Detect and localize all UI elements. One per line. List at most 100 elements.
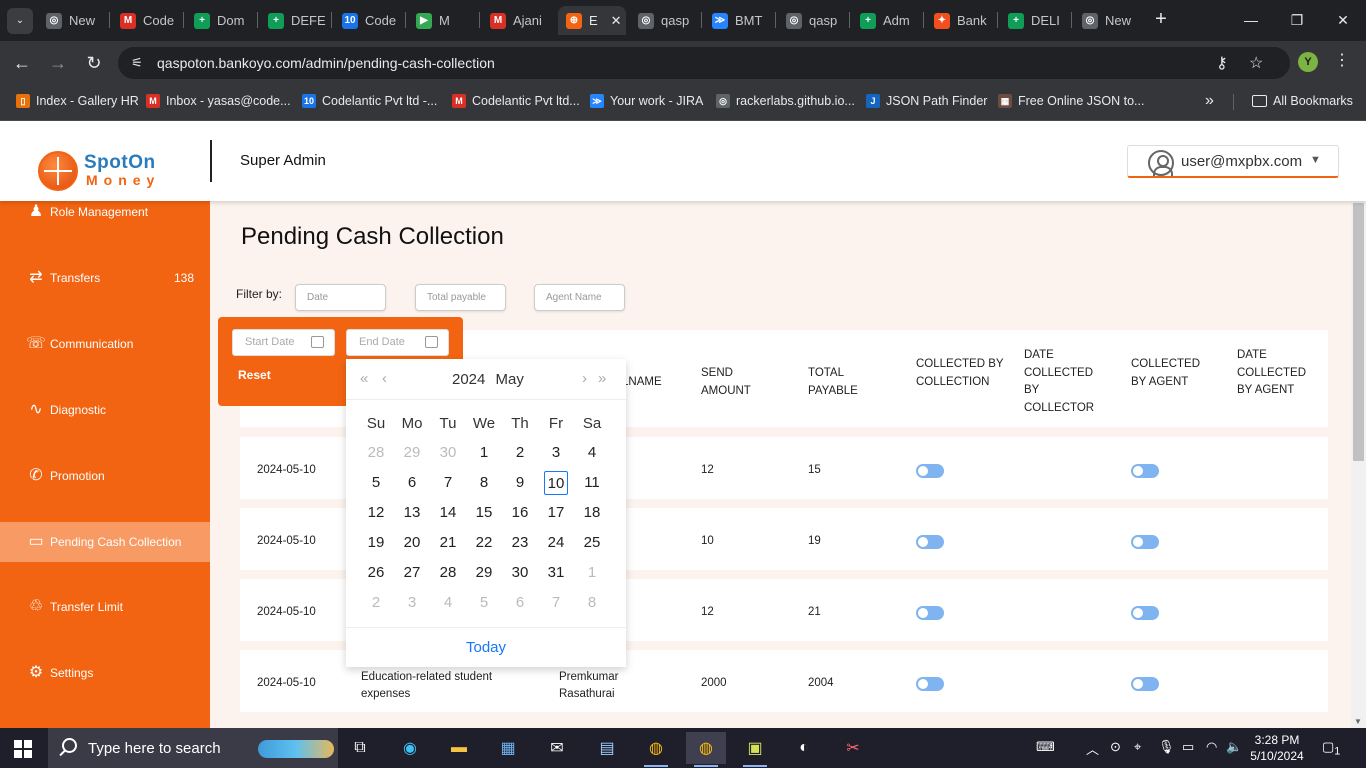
notification-center-icon[interactable]: ▢1 <box>1322 739 1340 758</box>
forward-button[interactable]: → <box>46 51 70 75</box>
bookmark-star-icon[interactable]: ☆ <box>1249 53 1263 73</box>
desktop-app-icon[interactable]: ▤ <box>587 732 627 764</box>
calendar-day[interactable]: 28 <box>358 441 394 465</box>
more-bookmarks-button[interactable]: » <box>1205 92 1214 110</box>
site-info-icon[interactable]: ⚟ <box>126 53 148 73</box>
calendar-day[interactable]: 5 <box>358 471 394 495</box>
calendar-day-today[interactable]: 10 <box>544 471 568 495</box>
today-button[interactable]: Today <box>346 639 626 656</box>
calendar-day[interactable]: 25 <box>574 531 610 555</box>
browser-tab[interactable]: ◎ qasp <box>630 6 700 35</box>
password-key-icon[interactable]: ⚷ <box>1216 53 1228 73</box>
close-tab-icon[interactable]: ✕ <box>611 13 622 29</box>
calendar-day[interactable]: 7 <box>430 471 466 495</box>
bookmark-item[interactable]: M Codelantic Pvt ltd... <box>452 92 580 110</box>
calendar-day[interactable]: 29 <box>394 441 430 465</box>
calendar-day[interactable]: 13 <box>394 501 430 525</box>
collected-by-agent-toggle[interactable] <box>1131 535 1159 549</box>
taskbar-search-box[interactable]: Type here to search <box>48 728 338 768</box>
total-payable-filter-input[interactable]: Total payable <box>415 284 506 311</box>
calendar-day[interactable]: 7 <box>538 591 574 615</box>
browser-tab[interactable]: M Ajani <box>482 6 552 35</box>
reset-button[interactable]: Reset <box>238 368 271 382</box>
calendar-day[interactable]: 29 <box>466 561 502 585</box>
reload-button[interactable]: ↻ <box>82 51 106 75</box>
browser-tab[interactable]: ◎ New <box>38 6 108 35</box>
calendar-day[interactable]: 28 <box>430 561 466 585</box>
calendar-day[interactable]: 17 <box>538 501 574 525</box>
calendar-day[interactable]: 11 <box>574 471 610 495</box>
browser-tab[interactable]: ◎ qasp <box>778 6 848 35</box>
volume-icon[interactable]: 🔈 <box>1226 739 1242 755</box>
calendar-day[interactable]: 19 <box>358 531 394 555</box>
calendar-day[interactable]: 30 <box>430 441 466 465</box>
calendar-day[interactable]: 24 <box>538 531 574 555</box>
bookmark-item[interactable]: ≫ Your work - JIRA <box>590 92 703 110</box>
browser-menu-icon[interactable]: ⋮ <box>1334 50 1350 70</box>
address-bar[interactable]: ⚟ qaspoton.bankoyo.com/admin/pending-cas… <box>118 47 1290 79</box>
calendar-day[interactable]: 27 <box>394 561 430 585</box>
calendar-year[interactable]: 2024 <box>452 371 485 388</box>
calendar-day[interactable]: 2 <box>502 441 538 465</box>
calendar-day[interactable]: 1 <box>574 561 610 585</box>
calendar-day[interactable]: 2 <box>358 591 394 615</box>
calendar-month[interactable]: May <box>496 371 524 388</box>
profile-avatar[interactable]: Y <box>1298 52 1318 72</box>
calendar-day[interactable]: 6 <box>502 591 538 615</box>
close-window-button[interactable]: ✕ <box>1328 8 1358 32</box>
system-clock[interactable]: 3:28 PM 5/10/2024 <box>1242 732 1312 764</box>
browser-tab[interactable]: + DEFE <box>260 6 330 35</box>
browser-tab[interactable]: ▶ M <box>408 6 478 35</box>
wifi-icon[interactable]: ◠ <box>1206 739 1217 755</box>
tray-overflow-chevron-icon[interactable]: ︿ <box>1086 739 1099 758</box>
sidebar-item-transfers[interactable]: ⇄ Transfers 138 <box>0 258 210 298</box>
bookmark-item[interactable]: ▯ Index - Gallery HR <box>16 92 139 110</box>
browser-tab[interactable]: ≫ BMT <box>704 6 774 35</box>
obs-studio-icon[interactable]: ◐ <box>784 732 824 764</box>
calendar-day[interactable]: 15 <box>466 501 502 525</box>
date-filter-input[interactable]: Date <box>295 284 386 311</box>
calendar-day[interactable]: 9 <box>502 471 538 495</box>
url-text[interactable]: qaspoton.bankoyo.com/admin/pending-cash-… <box>157 55 495 71</box>
browser-tab[interactable]: 10 Code <box>334 6 404 35</box>
calendar-day[interactable]: 8 <box>466 471 502 495</box>
bookmark-item[interactable]: ▦ Free Online JSON to... <box>998 92 1144 110</box>
collected-by-collection-toggle[interactable] <box>916 606 944 620</box>
browser-tab[interactable]: ✦ Bank <box>926 6 996 35</box>
browser-tab[interactable]: + Adm <box>852 6 922 35</box>
agent-name-filter-input[interactable]: Agent Name <box>534 284 625 311</box>
collected-by-collection-toggle[interactable] <box>916 464 944 478</box>
calendar-day[interactable]: 14 <box>430 501 466 525</box>
start-date-input[interactable]: Start Date <box>232 329 335 356</box>
all-bookmarks-button[interactable]: All Bookmarks <box>1252 92 1353 110</box>
sidebar-item-communication[interactable]: ☏ Communication <box>0 324 210 364</box>
calendar-day[interactable]: 31 <box>538 561 574 585</box>
sidebar-item-role-management[interactable]: ♟ Role Management <box>0 201 210 232</box>
next-year-button[interactable]: » <box>598 370 606 387</box>
calendar-day[interactable]: 30 <box>502 561 538 585</box>
minimize-button[interactable]: — <box>1236 8 1266 32</box>
back-button[interactable]: ← <box>10 51 34 75</box>
bookmark-item[interactable]: 10 Codelantic Pvt ltd -... <box>302 92 437 110</box>
browser-tab[interactable]: M Code <box>112 6 182 35</box>
calendar-day[interactable]: 12 <box>358 501 394 525</box>
browser-tab[interactable]: + Dom <box>186 6 256 35</box>
location-icon[interactable]: ⌖ <box>1134 739 1141 755</box>
prev-month-button[interactable]: ‹ <box>382 370 387 387</box>
browser-tab[interactable]: ⊕ E ✕ <box>558 6 626 35</box>
calendar-day[interactable]: 1 <box>466 441 502 465</box>
sidebar-item-diagnostic[interactable]: ∿ Diagnostic <box>0 390 210 430</box>
collected-by-collection-toggle[interactable] <box>916 535 944 549</box>
new-tab-button[interactable]: + <box>1150 8 1172 30</box>
calendar-day[interactable]: 4 <box>574 441 610 465</box>
calendar-day[interactable]: 18 <box>574 501 610 525</box>
calendar-day[interactable]: 21 <box>430 531 466 555</box>
bookmark-item[interactable]: M Inbox - yasas@code... <box>146 92 291 110</box>
task-view-icon[interactable]: ⧉ <box>340 732 380 764</box>
scroll-down-arrow-icon[interactable]: ▼ <box>1354 717 1362 726</box>
browser-tab[interactable]: + DELI <box>1000 6 1070 35</box>
snipping-tool-icon[interactable]: ✂ <box>833 732 873 764</box>
calendar-day[interactable]: 20 <box>394 531 430 555</box>
page-scrollbar[interactable]: ▼ <box>1351 201 1366 728</box>
calendar-day[interactable]: 22 <box>466 531 502 555</box>
